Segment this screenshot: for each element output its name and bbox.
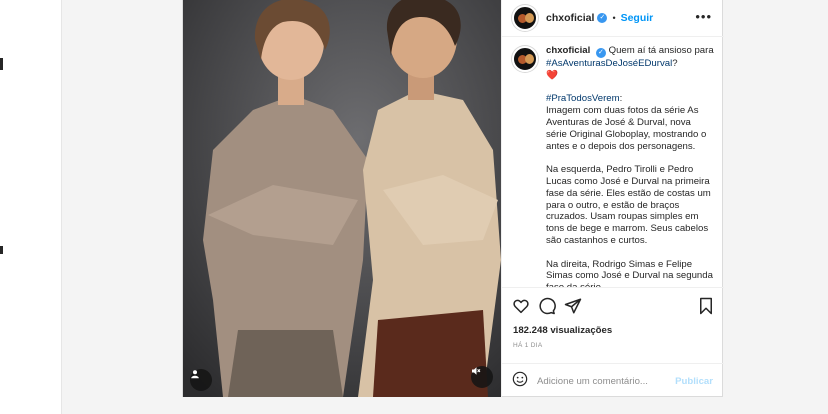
comment-icon[interactable] (538, 297, 556, 320)
left-sidebar (0, 0, 62, 414)
caption-avatar[interactable] (512, 46, 538, 72)
caption-text: chxoficial ✓ Quem aí tá ansioso para #As… (546, 45, 714, 287)
username-link[interactable]: chxoficial (546, 12, 594, 24)
caption-punct: : (619, 93, 623, 105)
post-sidebar: chxoficial ✓ • Seguir ••• chxoficial ✓ Q… (501, 0, 724, 397)
sidebar-indicator (0, 246, 3, 254)
user-tag-button[interactable] (190, 369, 212, 391)
avatar[interactable] (512, 5, 538, 31)
verified-badge-icon: ✓ (595, 48, 606, 58)
heart-emoji: ❤️ (546, 69, 558, 81)
post-header: chxoficial ✓ • Seguir ••• (502, 0, 724, 37)
post-dialog: chxoficial ✓ • Seguir ••• chxoficial ✓ Q… (182, 0, 724, 397)
caption-username[interactable]: chxoficial (546, 45, 590, 56)
caption-punct: ? (672, 58, 678, 69)
verified-badge-icon: ✓ (597, 13, 608, 23)
sidebar-active-indicator (0, 58, 3, 70)
follow-button[interactable]: Seguir (621, 12, 654, 24)
mute-button[interactable] (471, 366, 493, 388)
post-photo (183, 0, 501, 397)
comment-box: Adicione um comentário... Publicar (502, 363, 724, 398)
post-actions: 182.248 visualizações HÁ 1 DIA Adicione … (502, 287, 724, 397)
hashtag-link[interactable]: #AsAventurasDeJoséEDurval (546, 58, 672, 69)
caption-paragraph-3: Na direita, Rodrigo Simas e Felipe Simas… (546, 258, 713, 287)
emoji-icon[interactable] (512, 371, 528, 392)
hashtag-link[interactable]: #PraTodosVerem (546, 93, 620, 104)
caption-area: chxoficial ✓ Quem aí tá ansioso para #As… (502, 37, 724, 287)
view-count[interactable]: 182.248 visualizações (513, 325, 612, 336)
publish-button[interactable]: Publicar (675, 376, 713, 387)
post-timestamp[interactable]: HÁ 1 DIA (513, 342, 543, 349)
caption-line1: Quem aí tá ansioso para (608, 45, 714, 56)
bookmark-icon[interactable] (698, 297, 714, 320)
comment-input[interactable]: Adicione um comentário... (537, 376, 675, 387)
heart-icon[interactable] (512, 297, 530, 320)
post-media[interactable] (183, 0, 501, 397)
caption-paragraph-1: Imagem com duas fotos da série As Aventu… (546, 105, 707, 152)
more-options-icon[interactable]: ••• (695, 10, 712, 23)
share-icon[interactable] (564, 297, 582, 320)
separator-dot: • (612, 13, 616, 23)
caption-paragraph-2: Na esquerda, Pedro Tirolli e Pedro Lucas… (546, 164, 711, 246)
